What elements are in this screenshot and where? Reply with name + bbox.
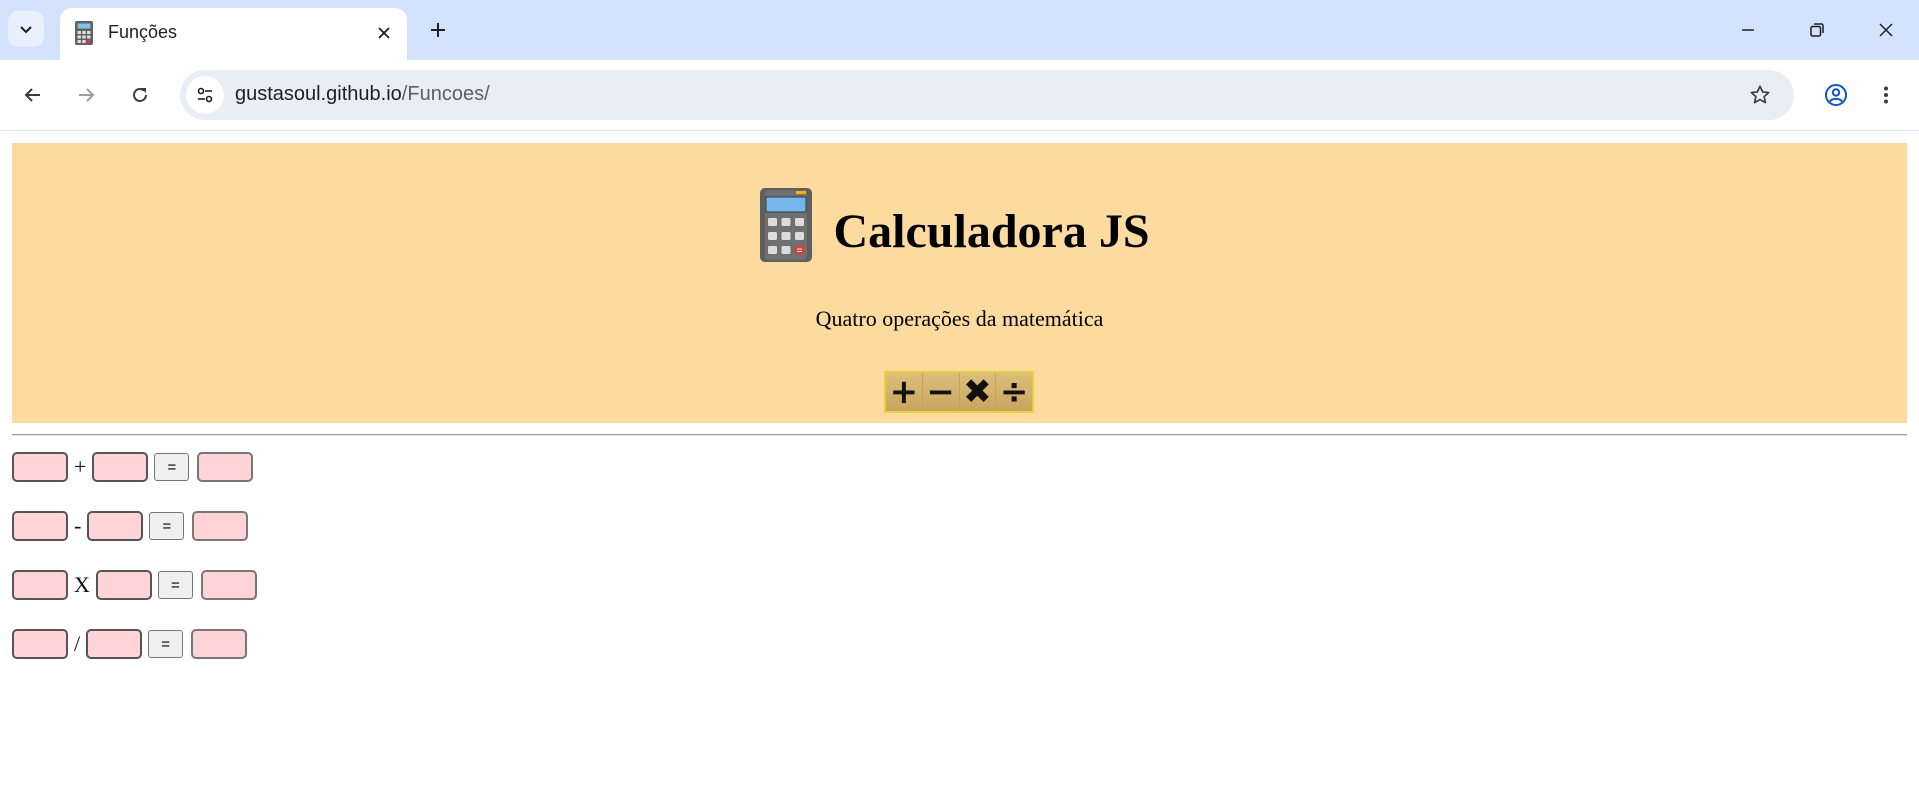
new-tab-button[interactable] [422,14,454,46]
chevron-down-icon [20,26,32,34]
profile-button[interactable] [1816,75,1856,115]
division-operand-1-input[interactable] [12,629,68,659]
multiplication-operator: X [74,572,90,597]
division-result-input[interactable] [191,629,248,659]
division-equals-button[interactable]: = [148,630,184,658]
division-row: / = [12,628,248,660]
plus-icon [431,23,445,37]
multiplication-operand-2-input[interactable] [95,570,152,600]
minus-symbol: − [922,373,960,411]
horizontal-rule [12,434,1907,436]
page-header: Calculadora JS Quatro operações da matem… [12,143,1907,423]
division-operator: / [74,631,81,656]
account-circle-icon [1825,84,1847,106]
minimize-icon [1742,29,1754,31]
calculator-icon [760,188,813,262]
bookmark-button[interactable] [1744,79,1776,111]
url-path: /Funcoes/ [401,83,490,105]
reload-button[interactable] [120,75,160,115]
subtraction-operand-2-input[interactable] [87,511,144,541]
site-info-button[interactable] [186,76,224,114]
page-content: Calculadora JS Quatro operações da matem… [0,131,1919,804]
subtraction-result-input[interactable] [192,511,249,541]
tab-title: Funções [108,22,178,42]
subtraction-operator: - [74,513,82,538]
page-subtitle: Quatro operações da matemática [815,306,1104,331]
tab-search-button[interactable] [8,11,44,47]
close-icon [1879,23,1893,37]
page-title: Calculadora JS [833,204,1150,258]
forward-button[interactable] [66,75,106,115]
more-vert-icon [1884,86,1888,104]
addition-row: + = [12,451,254,483]
calculator-icon [75,21,93,45]
close-icon [378,27,390,39]
divide-symbol: ÷ [996,373,1032,411]
subtraction-equals-button[interactable]: = [149,512,185,540]
operations-banner: + − ✖ ÷ [884,371,1034,413]
star-icon [1750,85,1770,104]
plus-symbol: + [886,373,923,411]
addition-equals-button[interactable]: = [154,453,190,481]
address-bar[interactable]: gustasoul.github.io/Funcoes/ [180,70,1794,120]
multiplication-equals-button[interactable]: = [157,571,193,599]
reload-icon [133,88,147,102]
restore-icon [1810,23,1824,37]
addition-result-input[interactable] [197,452,254,482]
multiplication-row: X = [12,569,257,601]
tab-strip: Funções [0,0,1919,60]
browser-tab-active[interactable]: Funções [60,8,407,60]
multiplication-result-input[interactable] [200,570,257,600]
addition-operand-1-input[interactable] [12,452,68,482]
multiplication-operand-1-input[interactable] [12,570,68,600]
browser-menu-button[interactable] [1866,75,1906,115]
close-window-button[interactable] [1862,10,1910,50]
url-text: gustasoul.github.io/Funcoes/ [235,83,490,106]
tune-icon [197,87,213,103]
multiply-symbol: ✖ [959,373,997,411]
tab-close-button[interactable] [371,20,397,46]
title-row: Calculadora JS [12,187,1907,263]
addition-operator: + [74,454,87,479]
restore-button[interactable] [1793,10,1841,50]
arrow-right-icon [79,88,95,102]
subtraction-row: - = [12,510,249,542]
url-domain: gustasoul.github.io [235,83,402,105]
division-operand-2-input[interactable] [86,629,143,659]
browser-toolbar: gustasoul.github.io/Funcoes/ [0,60,1919,131]
subtraction-operand-1-input[interactable] [12,511,68,541]
addition-operand-2-input[interactable] [92,452,149,482]
back-button[interactable] [13,75,53,115]
arrow-left-icon [24,88,40,102]
minimize-button[interactable] [1724,10,1772,50]
